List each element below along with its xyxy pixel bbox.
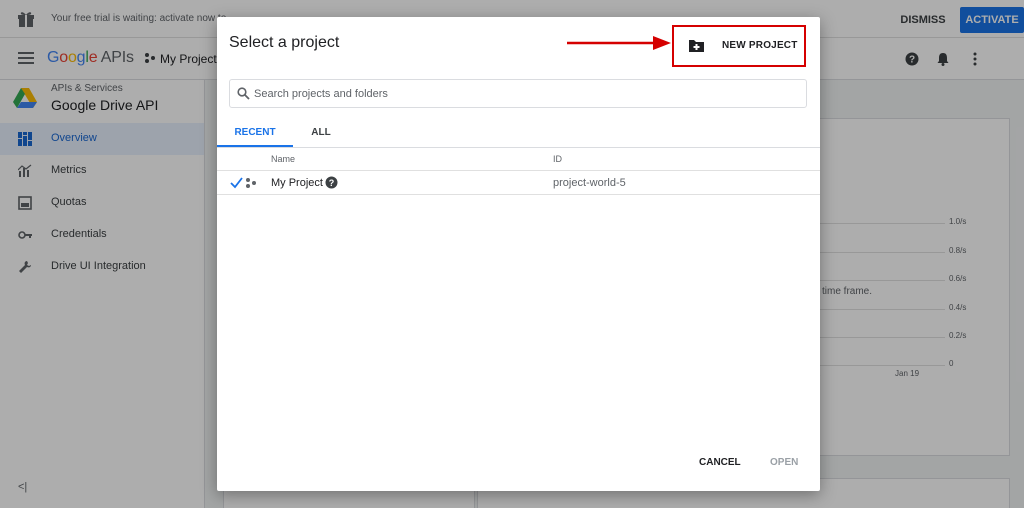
select-project-dialog: Select a project NEW PROJECT RECENT ALL … [217,17,820,491]
table-header: Name ID [217,148,820,171]
search-input[interactable] [254,84,794,104]
project-search-box[interactable] [229,79,807,108]
new-folder-icon [689,40,704,52]
project-dots-icon [246,178,256,188]
dialog-title: Select a project [229,34,340,51]
tab-recent[interactable]: RECENT [217,121,293,147]
open-button[interactable]: OPEN [770,457,798,468]
cancel-button[interactable]: CANCEL [699,457,741,468]
column-header-id[interactable]: ID [553,154,562,164]
new-project-button[interactable]: NEW PROJECT [672,25,806,67]
help-icon[interactable]: ? [325,176,338,189]
annotation-arrow [567,36,671,50]
column-header-name[interactable]: Name [271,154,295,164]
svg-text:?: ? [329,178,335,188]
checkmark-icon [230,177,243,189]
new-project-label: NEW PROJECT [722,40,798,51]
project-name-cell[interactable]: My Project [271,177,323,189]
table-row[interactable]: My Project ? project-world-5 [217,171,820,195]
tab-all[interactable]: ALL [301,121,341,147]
project-id-cell: project-world-5 [553,177,626,189]
search-icon [237,87,250,100]
